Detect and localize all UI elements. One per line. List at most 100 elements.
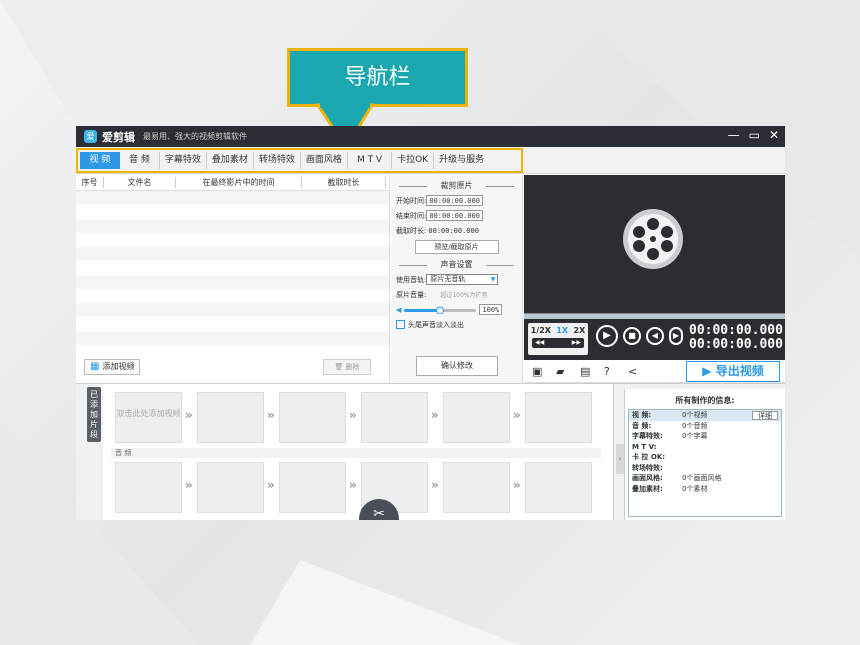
volume-label: 原片音量: xyxy=(396,290,427,299)
share-icon[interactable]: < xyxy=(628,365,637,378)
timeline-area: 已添加片段 双击此处添加视频 » » » » » 音 频 » » » » » ✂… xyxy=(76,383,785,520)
delete-button[interactable]: 🗑 删除 xyxy=(323,359,371,375)
speed-selector[interactable]: 1/2X 1X 2X ◀◀ ▶▶ xyxy=(528,323,588,355)
tab-upgrade[interactable]: 升级与服务 xyxy=(434,152,489,169)
info-title: 所有制作的信息: xyxy=(675,396,735,405)
tab-audio[interactable]: 音 频 xyxy=(120,152,160,169)
end-time-field[interactable]: 00:00:00.000 xyxy=(426,210,483,221)
tab-karaoke[interactable]: 卡拉OK xyxy=(392,152,435,169)
track-label: 使用音轨: xyxy=(396,275,427,284)
detail-button[interactable]: 详细 xyxy=(752,411,778,420)
tab-overlay[interactable]: 叠加素材 xyxy=(207,152,254,169)
app-window: 爱 爱剪辑 最易用、强大的视频剪辑软件 — ▭ ✕ 视 频 音 频 字幕特效 叠… xyxy=(76,126,785,520)
chevron-right-icon: » xyxy=(267,408,275,422)
rewind-icon[interactable]: ◀◀ xyxy=(535,338,544,348)
col-filename[interactable]: 文件名 xyxy=(104,177,176,188)
clip-slot[interactable] xyxy=(197,392,264,443)
clip-slot[interactable] xyxy=(443,392,510,443)
audio-slot[interactable] xyxy=(525,462,592,513)
collapse-handle-icon[interactable]: › xyxy=(616,444,624,474)
col-duration[interactable]: 截取时长 xyxy=(302,177,386,188)
start-label: 开始时间: xyxy=(396,196,427,205)
audio-section-title: 声音设置 xyxy=(391,258,522,272)
list-item[interactable] xyxy=(76,247,389,261)
timecode-display: 00:00:00.000 00:00:00.000 xyxy=(689,324,783,352)
confirm-button[interactable]: 确认修改 xyxy=(416,356,498,376)
stop-button[interactable]: ■ xyxy=(623,327,641,345)
info-key: 叠加素材: xyxy=(632,484,663,493)
list-item[interactable] xyxy=(76,219,389,233)
preview-cut-button[interactable]: 预览/截取原片 xyxy=(414,240,499,254)
col-time[interactable]: 在最终影片中的时间 xyxy=(176,177,302,188)
volume-hint: 超过100%为扩音 xyxy=(440,292,488,299)
speed-1x[interactable]: 1X xyxy=(556,326,568,335)
audio-slot[interactable] xyxy=(115,462,182,513)
player-controls: 1/2X 1X 2X ◀◀ ▶▶ ▶ ■ ◀ ▶ 00:00:00.000 00:… xyxy=(524,319,785,360)
volume-field[interactable]: 100% xyxy=(479,304,503,315)
snapshot-icon[interactable]: ▣ xyxy=(532,365,542,378)
title-bar: 爱 爱剪辑 最易用、强大的视频剪辑软件 — ▭ ✕ xyxy=(76,126,785,147)
help-icon[interactable]: ? xyxy=(604,365,610,378)
save-icon[interactable]: ▤ xyxy=(580,365,590,378)
info-value: 0个视频 xyxy=(682,411,708,419)
clip-slot[interactable] xyxy=(279,392,346,443)
speed-2x[interactable]: 2X xyxy=(574,326,586,335)
col-index[interactable]: 序号 xyxy=(76,177,104,188)
start-time-field[interactable]: 00:00:00.000 xyxy=(426,195,483,206)
speed-half[interactable]: 1/2X xyxy=(531,326,551,335)
chevron-right-icon: » xyxy=(349,478,357,492)
info-row: 转场特效: xyxy=(629,463,781,474)
list-item[interactable] xyxy=(76,233,389,247)
export-video-button[interactable]: ▶ 导出视频 xyxy=(686,361,780,382)
tab-transition[interactable]: 转场特效 xyxy=(254,152,301,169)
tab-subtitle-effects[interactable]: 字幕特效 xyxy=(160,152,207,169)
audio-track-select[interactable]: 原片无音轨 xyxy=(426,274,499,285)
info-row: 字幕特效: 0个字幕 xyxy=(629,431,781,442)
audio-slot[interactable] xyxy=(443,462,510,513)
list-item[interactable] xyxy=(76,275,389,289)
list-item[interactable] xyxy=(76,289,389,303)
list-item[interactable] xyxy=(76,331,389,345)
chevron-right-icon: » xyxy=(513,408,521,422)
list-item[interactable] xyxy=(76,303,389,317)
list-item[interactable] xyxy=(76,191,389,205)
list-item[interactable] xyxy=(76,261,389,275)
volume-slider[interactable] xyxy=(404,306,477,314)
info-key: 卡 拉 OK: xyxy=(632,453,666,461)
clip-slot[interactable] xyxy=(361,392,428,443)
info-key: 音 频: xyxy=(632,421,652,430)
audio-slot[interactable] xyxy=(197,462,264,513)
minimize-icon[interactable]: — xyxy=(728,128,740,142)
maximize-icon[interactable]: ▭ xyxy=(749,128,760,142)
tab-mtv[interactable]: M T V xyxy=(348,152,393,169)
added-clips-tab[interactable]: 已添加片段 xyxy=(87,387,101,442)
add-video-button[interactable]: ▦ 添加视频 xyxy=(84,359,141,375)
info-key: 视 频: xyxy=(632,411,652,419)
chevron-right-icon: » xyxy=(349,408,357,422)
list-item[interactable] xyxy=(76,317,389,331)
fade-checkbox[interactable] xyxy=(396,320,405,329)
info-key: 转场特效: xyxy=(632,463,663,472)
info-row: 视 频: 0个视频 详细 xyxy=(629,410,781,421)
clip-slot[interactable] xyxy=(525,392,592,443)
app-slogan: 最易用、强大的视频剪辑软件 xyxy=(143,132,247,141)
audio-slot[interactable] xyxy=(279,462,346,513)
add-video-slot[interactable]: 双击此处添加视频 xyxy=(115,392,182,443)
prev-frame-button[interactable]: ◀ xyxy=(646,327,664,345)
open-folder-icon[interactable]: ▰ xyxy=(556,365,564,378)
info-key: 字幕特效: xyxy=(632,432,663,440)
next-frame-button[interactable]: ▶ xyxy=(669,327,683,345)
play-button[interactable]: ▶ xyxy=(596,325,618,347)
tab-video[interactable]: 视 频 xyxy=(80,152,120,169)
end-label: 结束时间: xyxy=(396,211,427,220)
info-row: 叠加素材: 0个素材 xyxy=(629,484,781,495)
list-item[interactable] xyxy=(76,205,389,219)
project-info-pane: 所有制作的信息: 视 频: 0个视频 详细音 频: 0个音频 字幕特效: 0个字幕 M T … xyxy=(624,389,785,520)
info-row: 画面风格: 0个画面风格 xyxy=(629,473,781,484)
tab-style[interactable]: 画面风格 xyxy=(301,152,348,169)
video-list-pane: 序号 文件名 在最终影片中的时间 截取时长 ▦ 添加视频 🗑 删除 xyxy=(76,175,390,383)
info-value: 0个画面风格 xyxy=(682,474,722,482)
list-header: 序号 文件名 在最终影片中的时间 截取时长 xyxy=(76,175,389,191)
close-icon[interactable]: ✕ xyxy=(769,128,779,142)
forward-icon[interactable]: ▶▶ xyxy=(572,338,581,348)
